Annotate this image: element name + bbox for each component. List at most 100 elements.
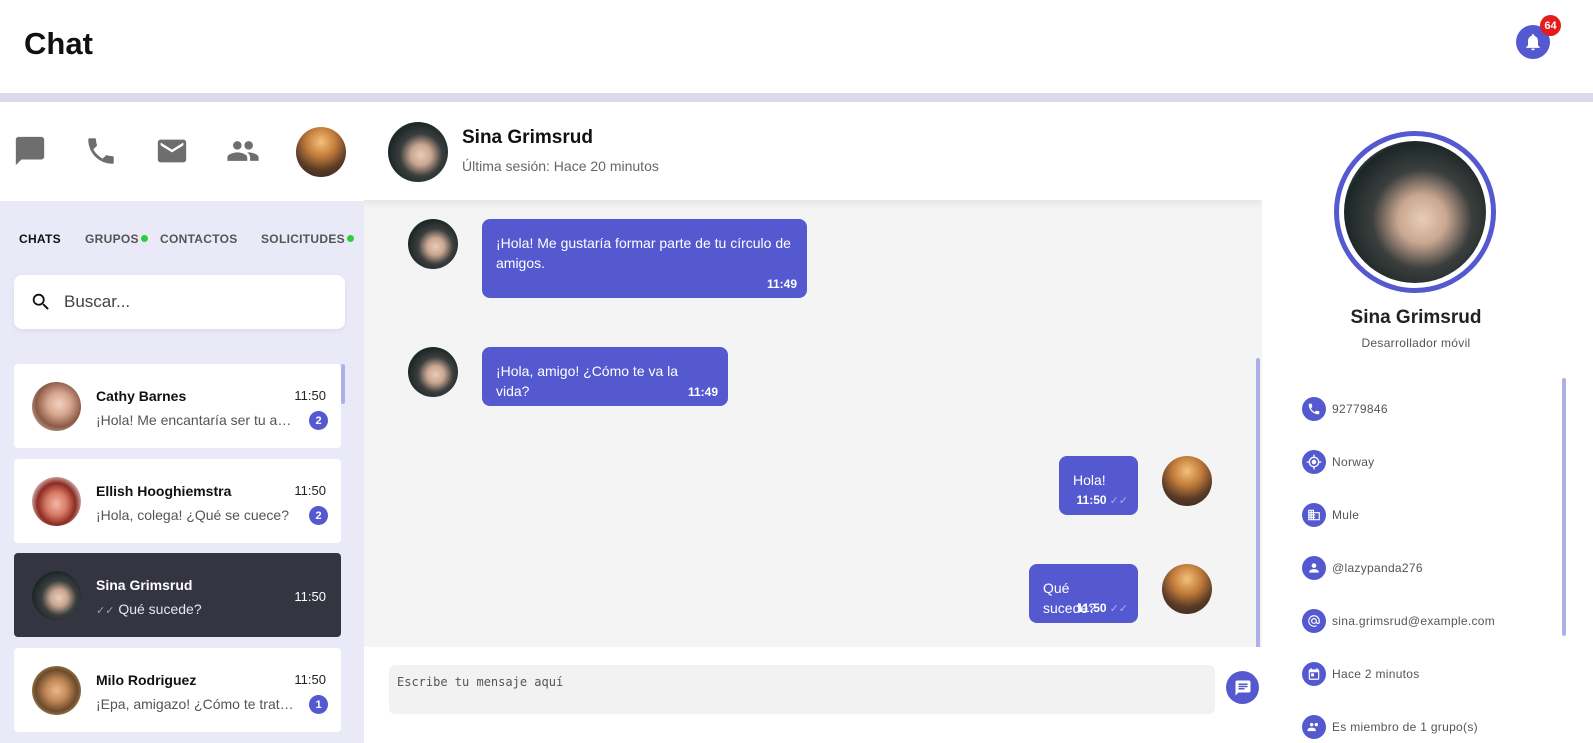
requests-online-dot (347, 235, 354, 242)
profile-role: Desarrollador móvil (1361, 336, 1471, 350)
chat-name: Milo Rodriguez (96, 672, 197, 688)
message-meta: 11:50 ✓✓ (1077, 598, 1128, 619)
app-title: Chat (24, 26, 93, 61)
header-divider (0, 93, 1593, 102)
nav-mail-button[interactable] (155, 134, 189, 168)
sidebar: CHATS GRUPOS CONTACTOS SOLICITUDES Cathy… (0, 102, 364, 743)
avatar (1162, 456, 1212, 506)
chat-list-item[interactable]: Ellish Hooghiemstra 11:50 ¡Hola, colega!… (14, 459, 341, 543)
avatar (32, 382, 81, 431)
chat-preview-text: Qué sucede? (118, 601, 202, 617)
location-icon (1302, 450, 1326, 474)
chat-preview: ✓✓ Qué sucede? (96, 601, 296, 617)
message-time: 11:50 (1076, 493, 1107, 507)
info-text: Es miembro de 1 grupo(s) (1332, 720, 1478, 734)
read-ticks-icon: ✓✓ (96, 605, 115, 617)
chat-tabs: CHATS GRUPOS CONTACTOS SOLICITUDES (0, 232, 364, 256)
avatar (32, 477, 81, 526)
search-input[interactable] (64, 292, 324, 312)
my-avatar[interactable] (296, 127, 346, 177)
conversation-panel: Sina Grimsrud Última sesión: Hace 20 min… (364, 102, 1262, 743)
group-icon (1302, 715, 1326, 739)
tab-groups[interactable]: GRUPOS (85, 232, 139, 246)
profile-panel: Sina Grimsrud Desarrollador móvil 927798… (1262, 102, 1593, 743)
calendar-icon (1302, 662, 1326, 686)
message-text: Hola! (1073, 472, 1106, 488)
phone-icon (1302, 397, 1326, 421)
chat-time: 11:50 (294, 672, 326, 687)
chat-preview: ¡Hola! Me encantaría ser tu amiga (96, 412, 296, 428)
chat-name: Sina Grimsrud (96, 577, 193, 593)
tab-requests[interactable]: SOLICITUDES (261, 232, 345, 246)
profile-scrollbar[interactable] (1562, 378, 1566, 636)
avatar (1162, 564, 1212, 614)
chat-name: Cathy Barnes (96, 388, 187, 404)
profile-avatar (1334, 131, 1496, 293)
chat-preview: ¡Hola, colega! ¿Qué se cuece? (96, 507, 289, 523)
info-text: @lazypanda276 (1332, 561, 1423, 575)
message-time: 11:49 (766, 277, 797, 291)
info-username: @lazypanda276 (1302, 555, 1423, 581)
chat-list-scrollbar[interactable] (341, 364, 345, 404)
message-time: 11:50 (1076, 601, 1107, 615)
profile-photo (1344, 141, 1486, 283)
info-company: Mule (1302, 502, 1359, 528)
last-seen-status: Última sesión: Hace 20 minutos (462, 158, 659, 174)
message-bubble-sent: Qué sucede? 11:50 ✓✓ (1029, 564, 1138, 623)
info-location: Norway (1302, 449, 1374, 475)
message-bubble-received: ¡Hola, amigo! ¿Cómo te va la vida? 11:49 (482, 347, 728, 406)
info-text: sina.grimsrud@example.com (1332, 614, 1496, 628)
unread-badge: 2 (309, 411, 328, 430)
chat-time: 11:50 (294, 589, 326, 604)
chat-list-item[interactable]: Cathy Barnes 11:50 ¡Hola! Me encantaría … (14, 364, 341, 448)
nav-calls-button[interactable] (84, 134, 118, 168)
message-input[interactable] (389, 665, 1215, 714)
info-text: Hace 2 minutos (1332, 667, 1420, 681)
message-text: ¡Hola, amigo! ¿Cómo te va la vida? (496, 363, 679, 399)
contact-name: Sina Grimsrud (462, 127, 593, 148)
chat-icon (15, 136, 45, 166)
mail-icon (157, 139, 187, 163)
unread-badge: 2 (309, 506, 328, 525)
unread-badge: 1 (309, 695, 328, 714)
tab-contacts[interactable]: CONTACTOS (160, 232, 238, 246)
chat-list-item[interactable]: Milo Rodriguez 11:50 ¡Epa, amigazo! ¿Cóm… (14, 648, 341, 732)
chat-list-item-active[interactable]: Sina Grimsrud 11:50 ✓✓ Qué sucede? (14, 553, 341, 637)
avatar (32, 666, 81, 715)
search-icon (32, 293, 49, 310)
send-button[interactable] (1226, 671, 1259, 704)
company-icon (1302, 503, 1326, 527)
bell-icon (1526, 34, 1540, 51)
avatar (32, 571, 81, 620)
read-ticks-icon: ✓✓ (1109, 495, 1128, 507)
info-email: sina.grimsrud@example.com (1302, 608, 1495, 634)
message-icon (1235, 680, 1250, 695)
notifications-badge: 64 (1540, 15, 1561, 36)
search-box (14, 275, 345, 329)
conversation-header: Sina Grimsrud Última sesión: Hace 20 min… (364, 102, 1262, 200)
conversation-scrollbar[interactable] (1256, 358, 1260, 648)
avatar[interactable] (388, 122, 448, 182)
info-text: 92779846 (1332, 402, 1388, 416)
message-text: ¡Hola! Me gustaría formar parte de tu cí… (496, 235, 791, 271)
avatar (408, 219, 458, 269)
tab-chats[interactable]: CHATS (19, 232, 61, 246)
avatar (408, 347, 458, 397)
nav-contacts-button[interactable] (226, 134, 260, 168)
chat-preview: ¡Epa, amigazo! ¿Cómo te trata la vida? (96, 696, 296, 712)
info-phone: 92779846 (1302, 396, 1388, 422)
nav-chats-button[interactable] (13, 134, 47, 168)
message-composer (364, 647, 1262, 743)
profile-name: Sina Grimsrud (1350, 307, 1482, 328)
info-text: Mule (1332, 508, 1360, 522)
chat-name: Ellish Hooghiemstra (96, 483, 232, 499)
message-bubble-received: ¡Hola! Me gustaría formar parte de tu cí… (482, 219, 807, 298)
info-text: Norway (1332, 455, 1375, 469)
app-header: Chat 64 (0, 0, 1593, 93)
people-icon (227, 141, 259, 161)
user-icon (1302, 556, 1326, 580)
message-meta: 11:50 ✓✓ (1077, 490, 1128, 511)
info-last-active: Hace 2 minutos (1302, 661, 1420, 687)
sidebar-nav (0, 102, 364, 201)
chat-time: 11:50 (294, 483, 326, 498)
